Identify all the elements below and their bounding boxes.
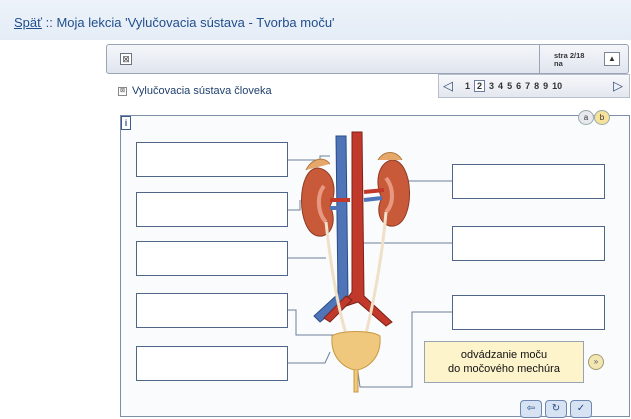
next-page-arrow-icon[interactable]: ▷ <box>613 78 623 94</box>
info-icon[interactable]: i <box>121 116 131 130</box>
check-icon[interactable]: ✓ <box>570 400 592 418</box>
answer-box-left-2[interactable] <box>136 192 288 227</box>
answer-box-right-2[interactable] <box>452 226 605 261</box>
back-icon[interactable]: ⇦ <box>520 400 542 418</box>
answer-box-left-3[interactable] <box>136 241 288 276</box>
page-link-4[interactable]: 4 <box>498 81 503 91</box>
hint-line-1: odvádzanie moču <box>460 349 548 361</box>
page-navigator: ◁ 1 2 3 4 5 6 7 8 9 10 ▷ <box>438 74 630 98</box>
next-hint-icon[interactable]: » <box>588 354 604 370</box>
page-link-current[interactable]: 2 <box>474 80 486 92</box>
answer-box-left-5[interactable] <box>136 346 288 381</box>
page-label: stra 2/18 na <box>554 51 585 68</box>
page-title: Späť :: Moja lekcia 'Vylučovacia sústava… <box>14 15 335 30</box>
answer-box-left-1[interactable] <box>136 142 288 177</box>
reset-icon[interactable]: ↻ <box>545 400 567 418</box>
prev-page-arrow-icon[interactable]: ◁ <box>443 78 453 94</box>
option-b-button[interactable]: b <box>594 110 610 125</box>
section-title: ⊠ Vylučovacia sústava človeka <box>118 85 272 97</box>
page-link-9[interactable]: 9 <box>543 81 548 91</box>
answer-box-right-1[interactable] <box>452 164 605 199</box>
option-a-button[interactable]: a <box>578 110 594 125</box>
hint-tooltip: odvádzanie moču do močového mechúra <box>424 341 584 383</box>
top-bar: Späť :: Moja lekcia 'Vylučovacia sústava… <box>0 0 631 40</box>
page-link-8[interactable]: 8 <box>534 81 539 91</box>
bottom-toolbar: ⇦ ↻ ✓ <box>520 398 595 418</box>
page-link-3[interactable]: 3 <box>489 81 494 91</box>
page-numbers: 1 2 3 4 5 6 7 8 9 10 <box>465 80 566 92</box>
answer-box-right-3[interactable] <box>452 295 605 330</box>
collapse-up-button[interactable]: ▲ <box>604 52 620 66</box>
hint-line-2: do močového mechúra <box>448 363 560 375</box>
back-link[interactable]: Späť <box>14 15 42 30</box>
section-toggle-icon[interactable]: ⊠ <box>118 86 127 96</box>
page-indicator: stra 2/18 na ▲ <box>539 45 628 73</box>
page-link-6[interactable]: 6 <box>516 81 521 91</box>
page-link-7[interactable]: 7 <box>525 81 530 91</box>
page-link-1[interactable]: 1 <box>465 81 470 91</box>
page-link-5[interactable]: 5 <box>507 81 512 91</box>
lesson-title: :: Moja lekcia 'Vylučovacia sústava - Tv… <box>42 15 335 30</box>
panel-header: ⊠ stra 2/18 na ▲ <box>106 44 629 74</box>
answer-box-left-4[interactable] <box>136 293 288 328</box>
section-title-text: Vylučovacia sústava človeka <box>132 85 272 97</box>
close-icon[interactable]: ⊠ <box>120 53 132 65</box>
page-link-10[interactable]: 10 <box>552 81 562 91</box>
